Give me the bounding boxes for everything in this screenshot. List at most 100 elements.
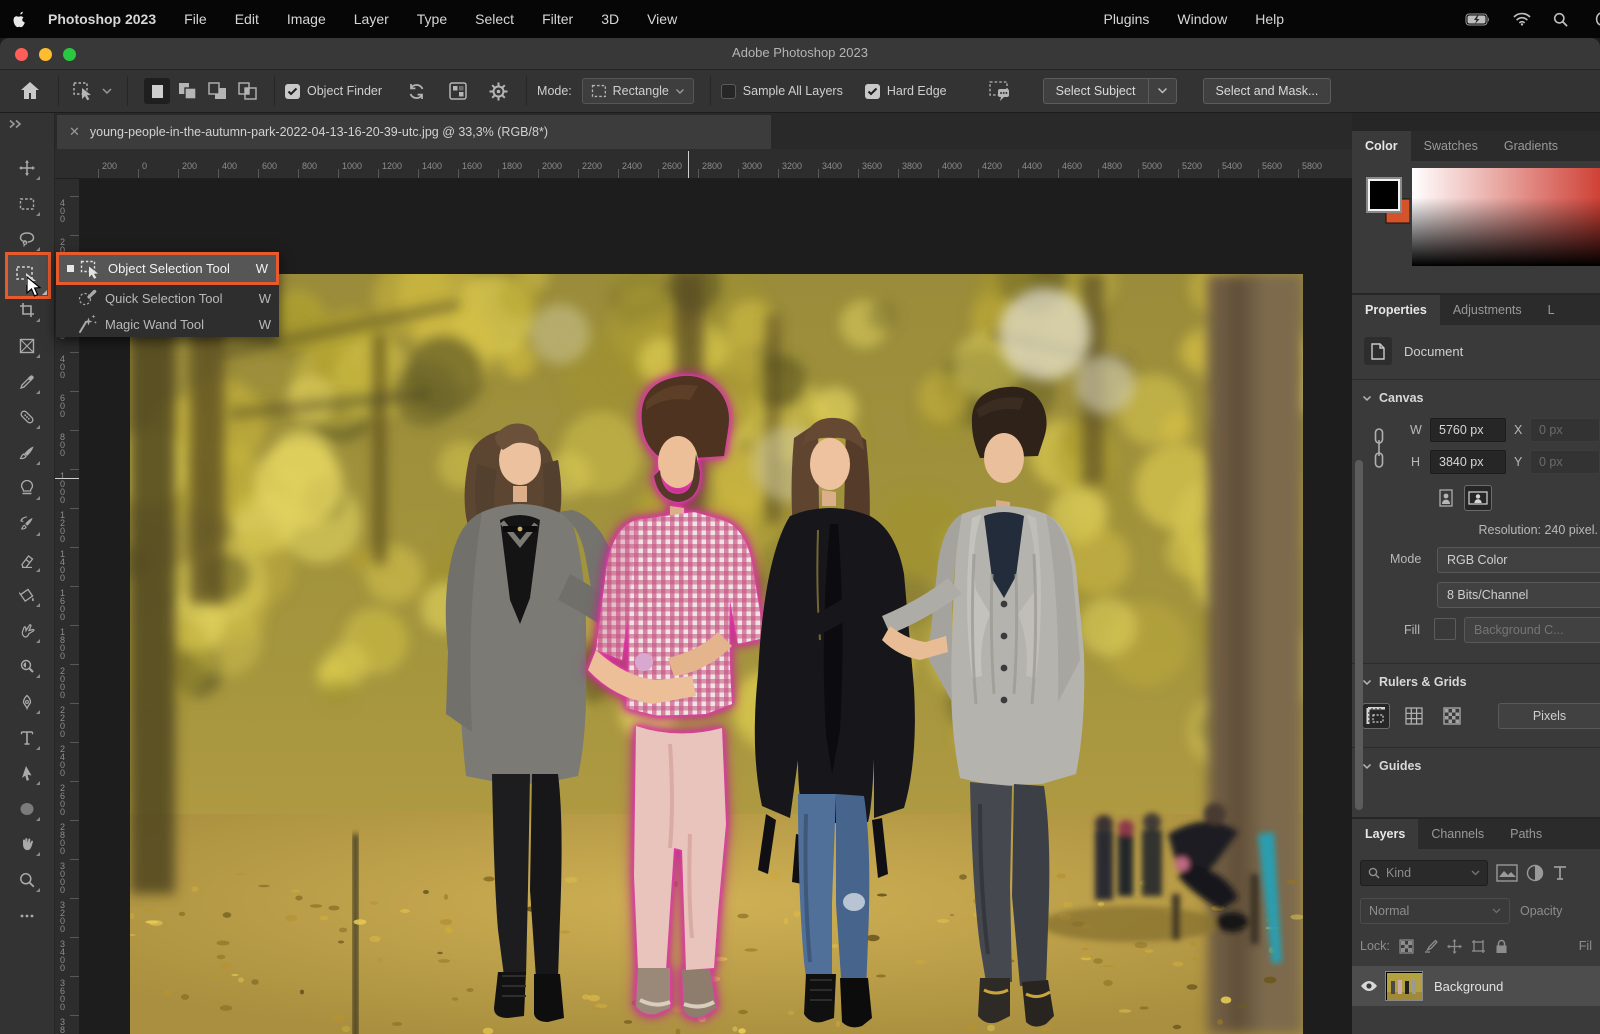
hand-tool[interactable] — [11, 829, 43, 859]
feedback-icon[interactable] — [985, 77, 1015, 105]
menu-view[interactable]: View — [647, 11, 677, 27]
canvas-height-field[interactable]: 3840 px — [1430, 450, 1506, 474]
object-finder-checkbox[interactable] — [285, 84, 300, 99]
ruler-units-dropdown[interactable]: Pixels — [1498, 703, 1600, 729]
edit-toolbar-icon[interactable] — [11, 901, 43, 931]
filter-adjustment-layers-icon[interactable] — [1526, 864, 1544, 882]
filter-pixel-layers-icon[interactable] — [1496, 864, 1518, 882]
canvas-section-header[interactable]: Canvas — [1362, 391, 1423, 405]
grid-toggle-icon[interactable] — [1400, 703, 1428, 729]
paint-bucket-tool[interactable] — [11, 580, 43, 610]
menu-layer[interactable]: Layer — [354, 11, 389, 27]
path-selection-tool[interactable] — [11, 758, 43, 788]
layer-visibility-eye-icon[interactable] — [1352, 980, 1386, 992]
pen-tool[interactable] — [11, 687, 43, 717]
subtract-from-selection-icon[interactable] — [204, 78, 230, 104]
link-dimensions-icon[interactable] — [1372, 427, 1386, 469]
tab-channels[interactable]: Channels — [1418, 819, 1497, 849]
ellipse-tool[interactable] — [11, 794, 43, 824]
layer-filter-kind-dropdown[interactable]: Kind — [1360, 860, 1488, 886]
gear-icon[interactable] — [485, 78, 512, 105]
crop-tool[interactable] — [11, 295, 43, 325]
lock-artboard-icon[interactable] — [1471, 939, 1486, 954]
window-titlebar[interactable]: Adobe Photoshop 2023 — [0, 38, 1600, 70]
portrait-orientation-icon[interactable] — [1432, 485, 1460, 511]
control-center-icon[interactable] — [1590, 11, 1600, 27]
select-subject-button[interactable]: Select Subject — [1043, 78, 1149, 104]
menu-help[interactable]: Help — [1255, 11, 1284, 27]
color-mode-dropdown[interactable]: RGB Color — [1437, 547, 1600, 573]
tab-libraries[interactable]: L — [1535, 295, 1568, 325]
rectangular-marquee-tool[interactable] — [11, 189, 43, 219]
dodge-tool[interactable] — [11, 651, 43, 681]
tab-swatches[interactable]: Swatches — [1411, 131, 1491, 161]
flyout-item-magic-wand-tool[interactable]: Magic Wand Tool W — [56, 311, 279, 337]
menubar-app-name[interactable]: Photoshop 2023 — [48, 11, 156, 27]
lock-all-icon[interactable] — [1495, 939, 1508, 954]
tab-paths[interactable]: Paths — [1497, 819, 1555, 849]
spotlight-search-icon[interactable] — [1553, 12, 1568, 27]
layer-row-background[interactable]: Background — [1352, 966, 1600, 1006]
guides-section-header[interactable]: Guides — [1362, 759, 1421, 773]
add-to-selection-icon[interactable] — [174, 78, 200, 104]
bit-depth-dropdown[interactable]: 8 Bits/Channel — [1437, 582, 1600, 608]
eraser-tool[interactable] — [11, 545, 43, 575]
landscape-orientation-icon[interactable] — [1464, 485, 1492, 511]
color-fg-bg-swatches[interactable] — [1364, 175, 1410, 231]
horizontal-ruler[interactable]: 2000200400600800100012001400160018002000… — [55, 149, 1352, 179]
eyedropper-tool[interactable] — [11, 367, 43, 397]
clone-stamp-tool[interactable] — [11, 473, 43, 503]
tab-properties[interactable]: Properties — [1352, 295, 1440, 325]
menu-select[interactable]: Select — [475, 11, 514, 27]
menu-edit[interactable]: Edit — [235, 11, 259, 27]
menu-plugins[interactable]: Plugins — [1103, 11, 1149, 27]
type-tool[interactable] — [11, 723, 43, 753]
apple-icon[interactable] — [12, 11, 27, 28]
layer-thumbnail[interactable] — [1386, 972, 1422, 1000]
zoom-tool[interactable] — [11, 865, 43, 895]
lock-transparency-icon[interactable] — [1399, 939, 1414, 954]
new-selection-icon[interactable] — [144, 78, 170, 104]
transparency-grid-icon[interactable] — [1438, 703, 1466, 729]
document-image[interactable] — [130, 274, 1303, 1034]
tab-gradients[interactable]: Gradients — [1491, 131, 1571, 161]
menu-3d[interactable]: 3D — [601, 11, 619, 27]
flyout-item-quick-selection-tool[interactable]: Quick Selection Tool W — [56, 285, 279, 311]
show-all-objects-icon[interactable] — [445, 78, 471, 104]
menu-image[interactable]: Image — [287, 11, 326, 27]
history-brush-tool[interactable] — [11, 509, 43, 539]
healing-brush-tool[interactable] — [11, 402, 43, 432]
sample-all-layers-checkbox[interactable] — [721, 84, 736, 99]
lock-pixels-icon[interactable] — [1423, 939, 1438, 954]
filter-type-layers-icon[interactable] — [1552, 865, 1568, 881]
lasso-tool[interactable] — [11, 224, 43, 254]
home-icon[interactable] — [16, 77, 44, 105]
lock-position-icon[interactable] — [1447, 939, 1462, 954]
menu-window[interactable]: Window — [1177, 11, 1227, 27]
refresh-icon[interactable] — [404, 79, 429, 104]
menu-type[interactable]: Type — [417, 11, 447, 27]
smudge-tool[interactable] — [11, 616, 43, 646]
menu-file[interactable]: File — [184, 11, 207, 27]
tab-color[interactable]: Color — [1352, 131, 1411, 161]
tab-layers[interactable]: Layers — [1352, 819, 1418, 849]
frame-tool[interactable] — [11, 331, 43, 361]
document-tab[interactable]: ✕ young-people-in-the-autumn-park-2022-0… — [57, 115, 771, 149]
collapse-panel-icon[interactable] — [8, 119, 24, 129]
tab-adjustments[interactable]: Adjustments — [1440, 295, 1535, 325]
select-and-mask-button[interactable]: Select and Mask... — [1203, 78, 1332, 104]
rulers-grids-section-header[interactable]: Rulers & Grids — [1362, 675, 1467, 689]
move-tool[interactable] — [11, 153, 43, 183]
menu-filter[interactable]: Filter — [542, 11, 573, 27]
wifi-icon[interactable] — [1513, 12, 1531, 26]
tool-preset-chevron-icon[interactable] — [101, 87, 113, 95]
hard-edge-checkbox[interactable] — [865, 84, 880, 99]
close-tab-icon[interactable]: ✕ — [69, 124, 80, 140]
fill-color-well[interactable] — [1434, 618, 1456, 640]
select-subject-options-button[interactable] — [1149, 78, 1177, 104]
color-picker-gradient[interactable] — [1412, 168, 1600, 266]
active-tool-preview-icon[interactable] — [69, 77, 99, 105]
mode-dropdown[interactable]: Rectangle — [582, 78, 694, 104]
intersect-selection-icon[interactable] — [234, 78, 260, 104]
canvas-width-field[interactable]: 5760 px — [1430, 418, 1506, 442]
